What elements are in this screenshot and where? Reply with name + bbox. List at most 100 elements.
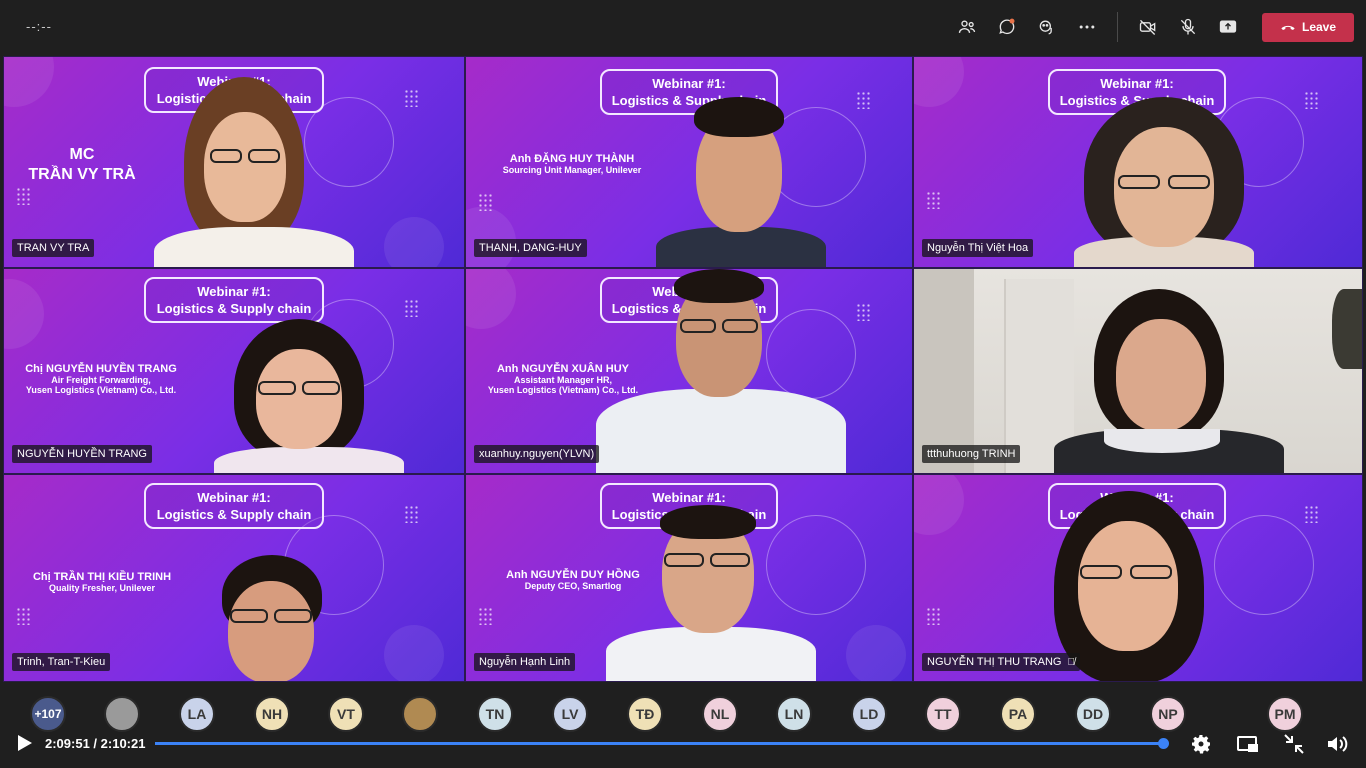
participant-video: [214, 555, 334, 681]
reactions-button[interactable]: [1027, 11, 1067, 43]
speaker-role: Yusen Logistics (Vietnam) Co., Ltd.: [25, 385, 177, 395]
speaker-caption: Chị TRẦN THỊ KIỀU TRINH Quality Fresher,…: [12, 571, 192, 593]
leave-button[interactable]: Leave: [1262, 12, 1354, 42]
pip-icon: [1237, 736, 1258, 752]
decor-dots: [16, 607, 30, 625]
decor-circle: [914, 57, 964, 107]
banner-line1: Webinar #1:: [197, 490, 271, 505]
camera-off-icon: [1139, 19, 1156, 35]
video-tile-nguyen-hanh-linh[interactable]: Webinar #1: Logistics & Supply chain Anh…: [465, 474, 913, 682]
participant-avatar[interactable]: LN: [776, 696, 812, 732]
speaker-role: Quality Fresher, Unilever: [48, 583, 156, 593]
muted-mic-icon: 🎙̸: [1067, 657, 1075, 668]
participant-avatar[interactable]: NH: [254, 696, 290, 732]
meeting-toolbar: --:-- Leave: [0, 0, 1366, 54]
total-time: 2:10:21: [100, 736, 146, 751]
lace-collar: [1104, 429, 1220, 453]
participant-avatar[interactable]: DD: [1075, 696, 1111, 732]
settings-button[interactable]: [1189, 732, 1213, 756]
participant-avatar[interactable]: NP: [1150, 696, 1186, 732]
speaker-role: Air Freight Forwarding,: [51, 375, 151, 385]
mc-caption: MC TRẦN VY TRÀ: [22, 145, 142, 185]
video-tile-tran-vy-tra[interactable]: Webinar #1: Logistics & Supply chain MC …: [3, 56, 465, 268]
decor-circle: [4, 57, 54, 107]
meeting-timer: --:--: [26, 19, 52, 34]
participant-nameplate: ttthuhuong TRINH: [922, 445, 1021, 463]
time-separator: /: [89, 736, 101, 751]
participant-avatar[interactable]: TT: [925, 696, 961, 732]
chat-button[interactable]: [987, 11, 1027, 43]
more-actions-button[interactable]: [1067, 11, 1107, 43]
play-button[interactable]: [15, 734, 33, 752]
picture-in-picture-button[interactable]: [1236, 732, 1260, 756]
fullscreen-exit-button[interactable]: [1282, 732, 1306, 756]
decor-dots: [478, 193, 492, 211]
decor-circle: [466, 269, 516, 329]
seek-bar[interactable]: [155, 738, 1169, 749]
webinar-banner: Webinar #1: Logistics & Supply chain: [144, 483, 324, 529]
banner-line2: Logistics & Supply chain: [156, 507, 312, 522]
seek-bar-fill: [155, 742, 1163, 745]
speaker-name: Chị NGUYỄN HUYỀN TRANG: [25, 363, 177, 375]
participant-video: [656, 97, 826, 267]
video-tile-nguyen-thi-viet-hoa[interactable]: Webinar #1: Logistics & Supply chain Ngu…: [913, 56, 1363, 268]
decor-circle: [384, 625, 444, 681]
participant-avatar[interactable]: PM: [1267, 696, 1303, 732]
toolbar-actions: Leave: [947, 11, 1354, 43]
banner-line2: Logistics & Supply chain: [156, 301, 312, 316]
participant-nameplate: Nguyễn Thị Việt Hoa: [922, 239, 1034, 257]
mc-line2: TRẦN VY TRÀ: [28, 166, 136, 183]
decor-dots: [926, 607, 940, 625]
room-wall-shadow: [914, 269, 974, 473]
share-screen-button[interactable]: [1208, 11, 1248, 43]
participant-avatar-strip: +107 LA NH VT TN LV TĐ NL LN LD TT PA DD NP PM: [0, 696, 1366, 732]
volume-button[interactable]: [1325, 732, 1349, 756]
participants-button[interactable]: [947, 11, 987, 43]
decor-circle: [914, 475, 964, 535]
speaker-icon: [1328, 736, 1348, 752]
player-bar: +107 LA NH VT TN LV TĐ NL LN LD TT PA DD NP PM 2:09:51…: [0, 684, 1366, 768]
decor-dots: [404, 299, 418, 317]
mc-line1: MC: [69, 146, 95, 163]
phone-hangup-icon: [1281, 25, 1295, 30]
mic-toggle-button[interactable]: [1168, 11, 1208, 43]
seek-bar-thumb[interactable]: [1157, 738, 1169, 749]
video-tile-xuanhuy-nguyen[interactable]: Webinar #1: Logistics & Supply chain Anh…: [465, 268, 913, 474]
overflow-count-badge[interactable]: +107: [30, 696, 66, 732]
speaker-caption: Chị NGUYỄN HUYỀN TRANG Air Freight Forwa…: [6, 363, 196, 395]
video-tile-nguyen-huyen-trang[interactable]: Webinar #1: Logistics & Supply chain Chị…: [3, 268, 465, 474]
participant-avatar[interactable]: VT: [328, 696, 364, 732]
video-tile-trinh-tran-t-kieu[interactable]: Webinar #1: Logistics & Supply chain Chị…: [3, 474, 465, 682]
participant-avatar[interactable]: LD: [851, 696, 887, 732]
participant-avatar[interactable]: TĐ: [627, 696, 663, 732]
chat-icon: [999, 18, 1015, 35]
video-tile-nguyen-thi-thu-trang[interactable]: Webinar #1: Logistics & Supply chain NGU…: [913, 474, 1363, 682]
ellipsis-icon: [1079, 25, 1095, 29]
camera-toggle-button[interactable]: [1128, 11, 1168, 43]
banner-line1: Webinar #1:: [197, 284, 271, 299]
decor-dots: [478, 607, 492, 625]
decor-dots: [1304, 91, 1318, 109]
participant-video: [1074, 97, 1254, 267]
participant-avatar[interactable]: TN: [477, 696, 513, 732]
share-icon: [1219, 20, 1237, 33]
participant-avatar[interactable]: NL: [702, 696, 738, 732]
video-tile-thanh-dang-huy[interactable]: Webinar #1: Logistics & Supply chain Anh…: [465, 56, 913, 268]
participant-avatar-photo[interactable]: [104, 696, 140, 732]
leave-label: Leave: [1301, 20, 1337, 34]
decor-dots: [856, 91, 870, 109]
playback-time: 2:09:51 / 2:10:21: [45, 736, 145, 751]
participant-avatar[interactable]: PA: [1000, 696, 1036, 732]
decor-dots: [404, 89, 418, 107]
decor-circle: [384, 217, 444, 267]
play-icon: [18, 735, 32, 751]
participant-avatar[interactable]: LV: [552, 696, 588, 732]
participant-nameplate: Trinh, Tran-T-Kieu: [12, 653, 111, 671]
room-plant: [1332, 289, 1362, 369]
participant-nameplate: NGUYỄN HUYỀN TRANG: [12, 445, 152, 463]
participant-avatar-photo[interactable]: [402, 696, 438, 732]
collapse-icon: [1284, 734, 1304, 754]
participant-nameplate: THANH, DANG-HUY: [474, 239, 587, 257]
participant-avatar[interactable]: LA: [179, 696, 215, 732]
video-tile-ttthuhuong-trinh[interactable]: ttthuhuong TRINH: [913, 268, 1363, 474]
